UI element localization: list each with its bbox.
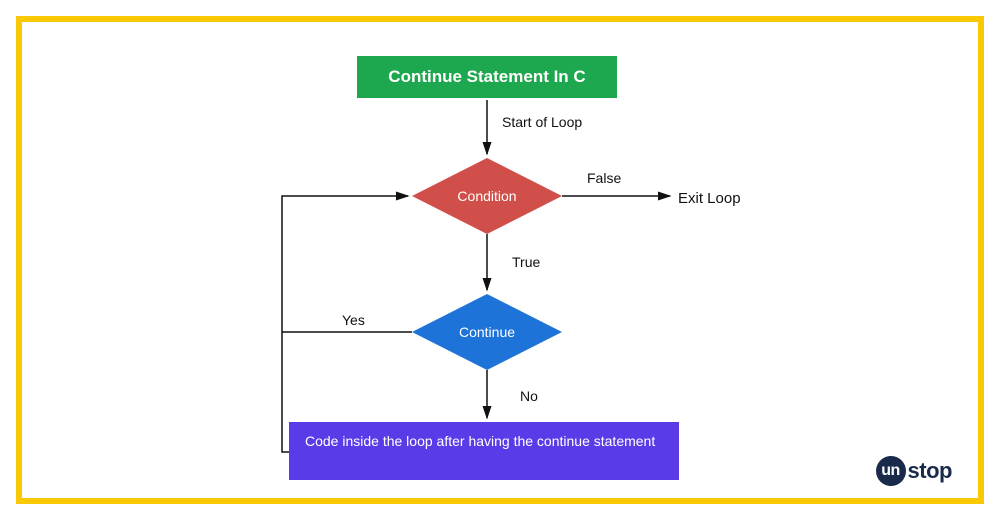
logo-badge: un <box>876 456 906 486</box>
start-label: Start of Loop <box>502 114 582 130</box>
diagram-title: Continue Statement In C <box>357 56 617 98</box>
continue-text: Continue <box>459 324 515 340</box>
code-node: Code inside the loop after having the co… <box>289 422 679 480</box>
false-label: False <box>587 170 621 186</box>
continue-node: Continue <box>412 294 562 370</box>
no-label: No <box>520 388 538 404</box>
exit-label: Exit Loop <box>678 190 741 207</box>
code-text: Code inside the loop after having the co… <box>305 433 655 449</box>
brand-logo: un stop <box>876 456 952 486</box>
yes-label: Yes <box>342 312 365 328</box>
condition-node: Condition <box>412 158 562 234</box>
condition-text: Condition <box>457 188 516 204</box>
diagram-frame: Continue Statement In C Start of Loop Co… <box>16 16 984 504</box>
logo-text: stop <box>908 458 952 484</box>
title-text: Continue Statement In C <box>388 67 585 87</box>
true-label: True <box>512 254 540 270</box>
